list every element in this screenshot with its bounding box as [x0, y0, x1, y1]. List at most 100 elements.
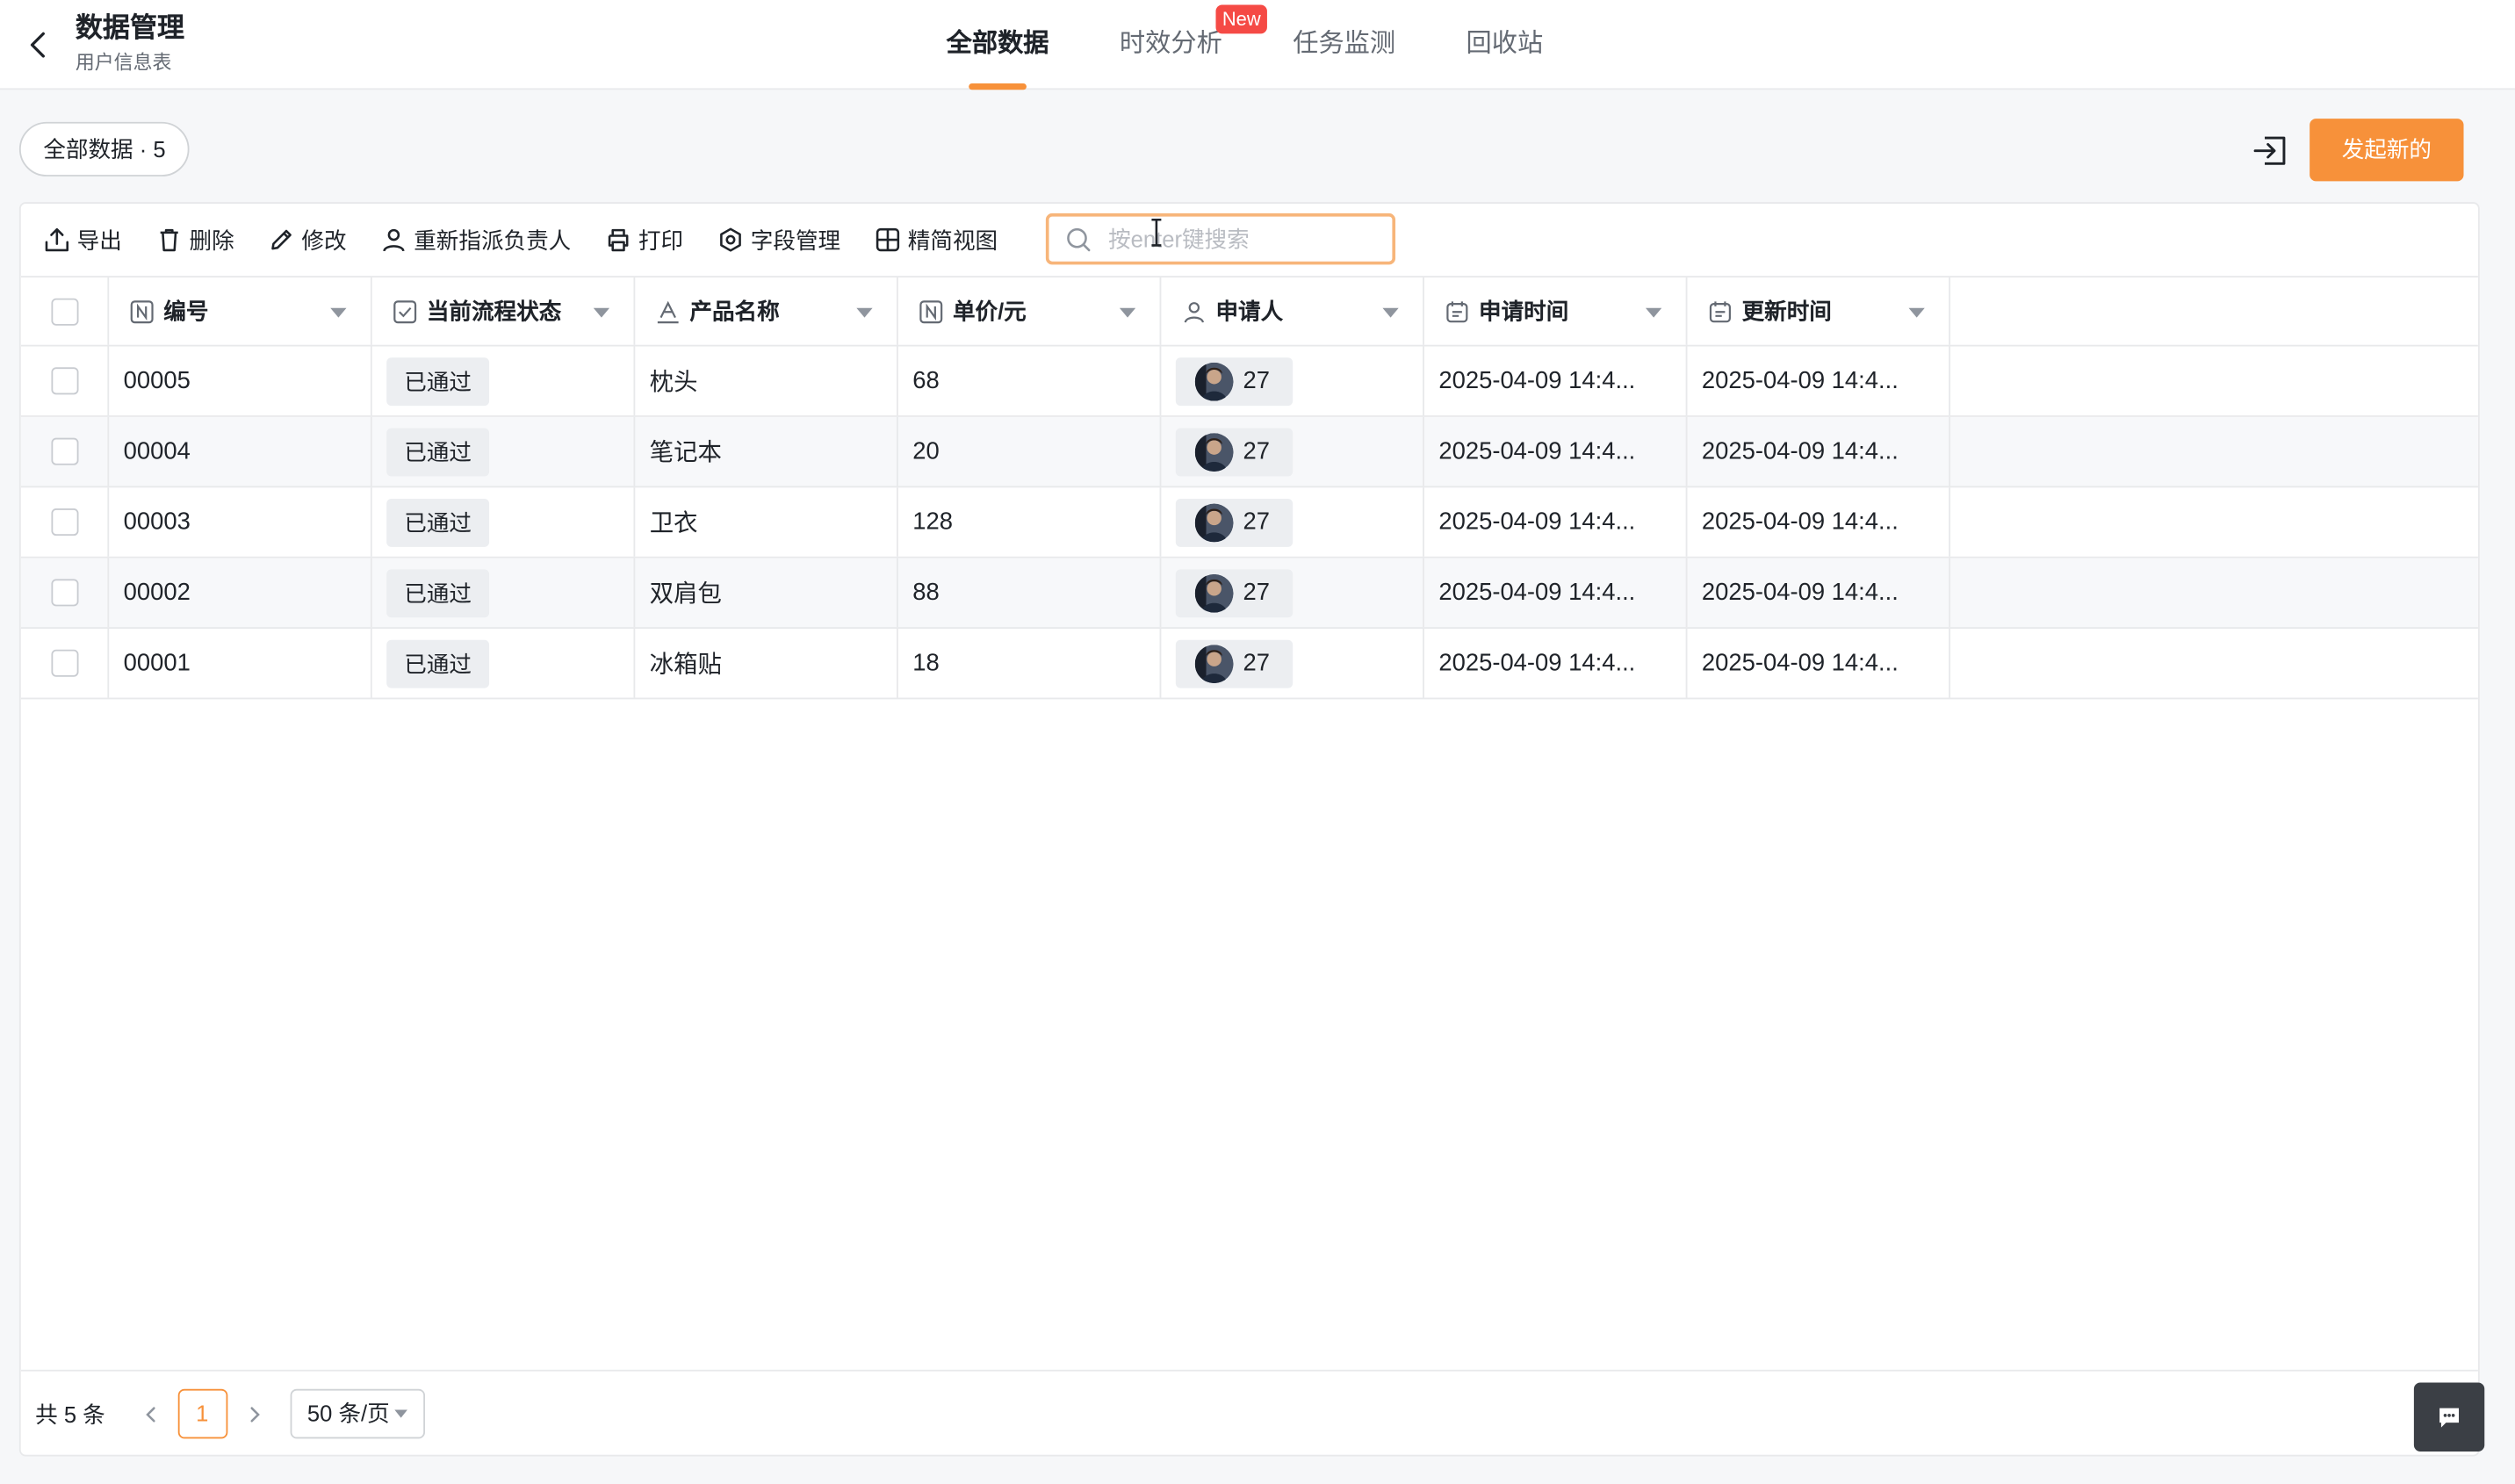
row-checkbox[interactable]	[50, 508, 78, 537]
settings-icon	[720, 227, 741, 252]
next-page-button[interactable]	[238, 1398, 270, 1430]
cell-product[interactable]: 双肩包	[635, 558, 898, 628]
tab-timeliness-analysis[interactable]: 时效分析 New	[1120, 0, 1267, 90]
back-button[interactable]	[19, 23, 58, 68]
caret-down-icon[interactable]	[1908, 307, 1925, 318]
action-bar: 导出 删除 修改 重新指派负责人 打印 字段管理 精简视图 按enter键搜索	[21, 204, 2478, 276]
cell-applicant[interactable]: 27	[1161, 346, 1424, 416]
delete-button[interactable]: 删除	[155, 220, 234, 259]
cell-product[interactable]: 枕头	[635, 346, 898, 416]
cell-updated-time[interactable]: 2025-04-09 14:4...	[1687, 558, 1951, 628]
cell-price[interactable]: 128	[898, 487, 1162, 557]
tab-all-data[interactable]: 全部数据	[947, 0, 1049, 90]
chat-button[interactable]	[2413, 1382, 2485, 1452]
column-header-applicant[interactable]: 申请人	[1161, 277, 1424, 345]
cell-applicant[interactable]: 27	[1161, 558, 1424, 628]
cell-applied-time[interactable]: 2025-04-09 14:4...	[1424, 487, 1688, 557]
cell-updated-time[interactable]: 2025-04-09 14:4...	[1687, 416, 1951, 486]
cell-id[interactable]: 00002	[109, 558, 372, 628]
caret-down-icon[interactable]	[593, 307, 610, 318]
search-field[interactable]	[1045, 213, 1396, 265]
column-header-id[interactable]: 编号	[109, 277, 372, 345]
row-checkbox[interactable]	[50, 437, 78, 465]
avatar	[1194, 432, 1234, 472]
cell-id[interactable]: 00003	[109, 487, 372, 557]
cell-status[interactable]: 已通过	[372, 416, 636, 486]
cell-status[interactable]: 已通过	[372, 487, 636, 557]
avatar	[1194, 361, 1234, 400]
print-button[interactable]: 打印	[605, 220, 683, 259]
cell-status[interactable]: 已通过	[372, 346, 636, 416]
row-checkbox[interactable]	[50, 579, 78, 607]
caret-down-icon[interactable]	[856, 307, 873, 318]
column-header-updated-time[interactable]: 更新时间	[1687, 277, 1951, 345]
edit-button[interactable]: 修改	[268, 220, 347, 259]
cell-status[interactable]: 已通过	[372, 558, 636, 628]
column-header-price[interactable]: 单价/元	[898, 277, 1162, 345]
caret-down-icon[interactable]	[1119, 307, 1136, 318]
user-tag[interactable]: 27	[1175, 357, 1293, 406]
top-header: 数据管理 用户信息表 全部数据 时效分析 New 任务监测 回收站	[0, 0, 2515, 90]
cell-price[interactable]: 88	[898, 558, 1162, 628]
grid-icon	[876, 227, 900, 252]
cell-updated-time[interactable]: 2025-04-09 14:4...	[1687, 628, 1951, 698]
cell-product[interactable]: 冰箱贴	[635, 628, 898, 698]
table-row[interactable]: 00003 已通过 卫衣 128 27 2025-04-09 14:4... 2025-04…	[20, 487, 2478, 558]
cell-id[interactable]: 00001	[109, 628, 372, 698]
person-icon	[383, 228, 405, 252]
cell-product[interactable]: 卫衣	[635, 487, 898, 557]
row-checkbox[interactable]	[50, 367, 78, 395]
cell-applicant[interactable]: 27	[1161, 628, 1424, 698]
search-input[interactable]	[1108, 226, 1381, 252]
table-row[interactable]: 00002 已通过 双肩包 88 27 2025-04-09 14:4... 2025-04…	[20, 558, 2478, 629]
cell-applied-time[interactable]: 2025-04-09 14:4...	[1424, 416, 1688, 486]
create-new-button[interactable]: 发起新的	[2310, 119, 2464, 182]
user-tag[interactable]: 27	[1175, 638, 1293, 688]
column-header-status[interactable]: 当前流程状态	[372, 277, 636, 345]
table-row[interactable]: 00004 已通过 笔记本 20 27 2025-04-09 14:4... 2025-04…	[20, 416, 2478, 488]
column-header-label: 申请时间	[1479, 298, 1569, 324]
cell-id[interactable]: 00005	[109, 346, 372, 416]
caret-down-icon[interactable]	[330, 307, 347, 318]
table-row[interactable]: 00001 已通过 冰箱贴 18 27 2025-04-09 14:4... 2025-04…	[20, 628, 2478, 700]
cell-applied-time[interactable]: 2025-04-09 14:4...	[1424, 558, 1688, 628]
record-count-filter[interactable]: 全部数据 · 5	[18, 121, 190, 176]
caret-down-icon[interactable]	[1382, 307, 1399, 318]
export-button[interactable]: 导出	[43, 220, 122, 259]
row-checkbox[interactable]	[50, 649, 78, 677]
user-tag[interactable]: 27	[1175, 498, 1293, 546]
field-management-button[interactable]: 字段管理	[717, 220, 840, 259]
tab-recycle-bin[interactable]: 回收站	[1466, 0, 1544, 90]
table-row[interactable]: 00005 已通过 枕头 68 27 2025-04-09 14:4... 2025-04-…	[20, 346, 2478, 417]
cell-updated-time[interactable]: 2025-04-09 14:4...	[1687, 487, 1951, 557]
user-tag[interactable]: 27	[1175, 427, 1293, 476]
cell-price[interactable]: 20	[898, 416, 1162, 486]
row-filler	[1950, 347, 2478, 416]
cell-product[interactable]: 笔记本	[635, 416, 898, 486]
caret-down-icon[interactable]	[1645, 307, 1662, 318]
cell-applicant[interactable]: 27	[1161, 487, 1424, 557]
page-size-select[interactable]: 50 条/页	[289, 1388, 425, 1439]
cell-applicant[interactable]: 27	[1161, 416, 1424, 486]
cell-price[interactable]: 18	[898, 628, 1162, 698]
page-title: 数据管理	[75, 12, 185, 44]
compact-view-button[interactable]: 精简视图	[874, 220, 998, 259]
prev-page-button[interactable]	[134, 1398, 167, 1430]
cell-id[interactable]: 00004	[109, 416, 372, 486]
status-badge: 已通过	[386, 498, 490, 546]
cell-price[interactable]: 68	[898, 346, 1162, 416]
exit-button[interactable]	[2251, 130, 2292, 171]
cell-applied-time[interactable]: 2025-04-09 14:4...	[1424, 346, 1688, 416]
chevron-right-icon	[249, 1406, 260, 1422]
tab-task-monitor[interactable]: 任务监测	[1293, 0, 1395, 90]
table-header-row: 编号 当前流程状态 产品名称 单价/元 申请人 申请时间 更新时间	[20, 276, 2478, 347]
cell-status[interactable]: 已通过	[372, 628, 636, 698]
column-header-applied-time[interactable]: 申请时间	[1424, 277, 1688, 345]
column-header-product[interactable]: 产品名称	[635, 277, 898, 345]
reassign-button[interactable]: 重新指派负责人	[380, 220, 571, 259]
cell-applied-time[interactable]: 2025-04-09 14:4...	[1424, 628, 1688, 698]
page-number-button[interactable]: 1	[177, 1388, 227, 1439]
user-tag[interactable]: 27	[1175, 568, 1293, 617]
select-all-checkbox[interactable]	[50, 297, 78, 325]
cell-updated-time[interactable]: 2025-04-09 14:4...	[1687, 346, 1951, 416]
